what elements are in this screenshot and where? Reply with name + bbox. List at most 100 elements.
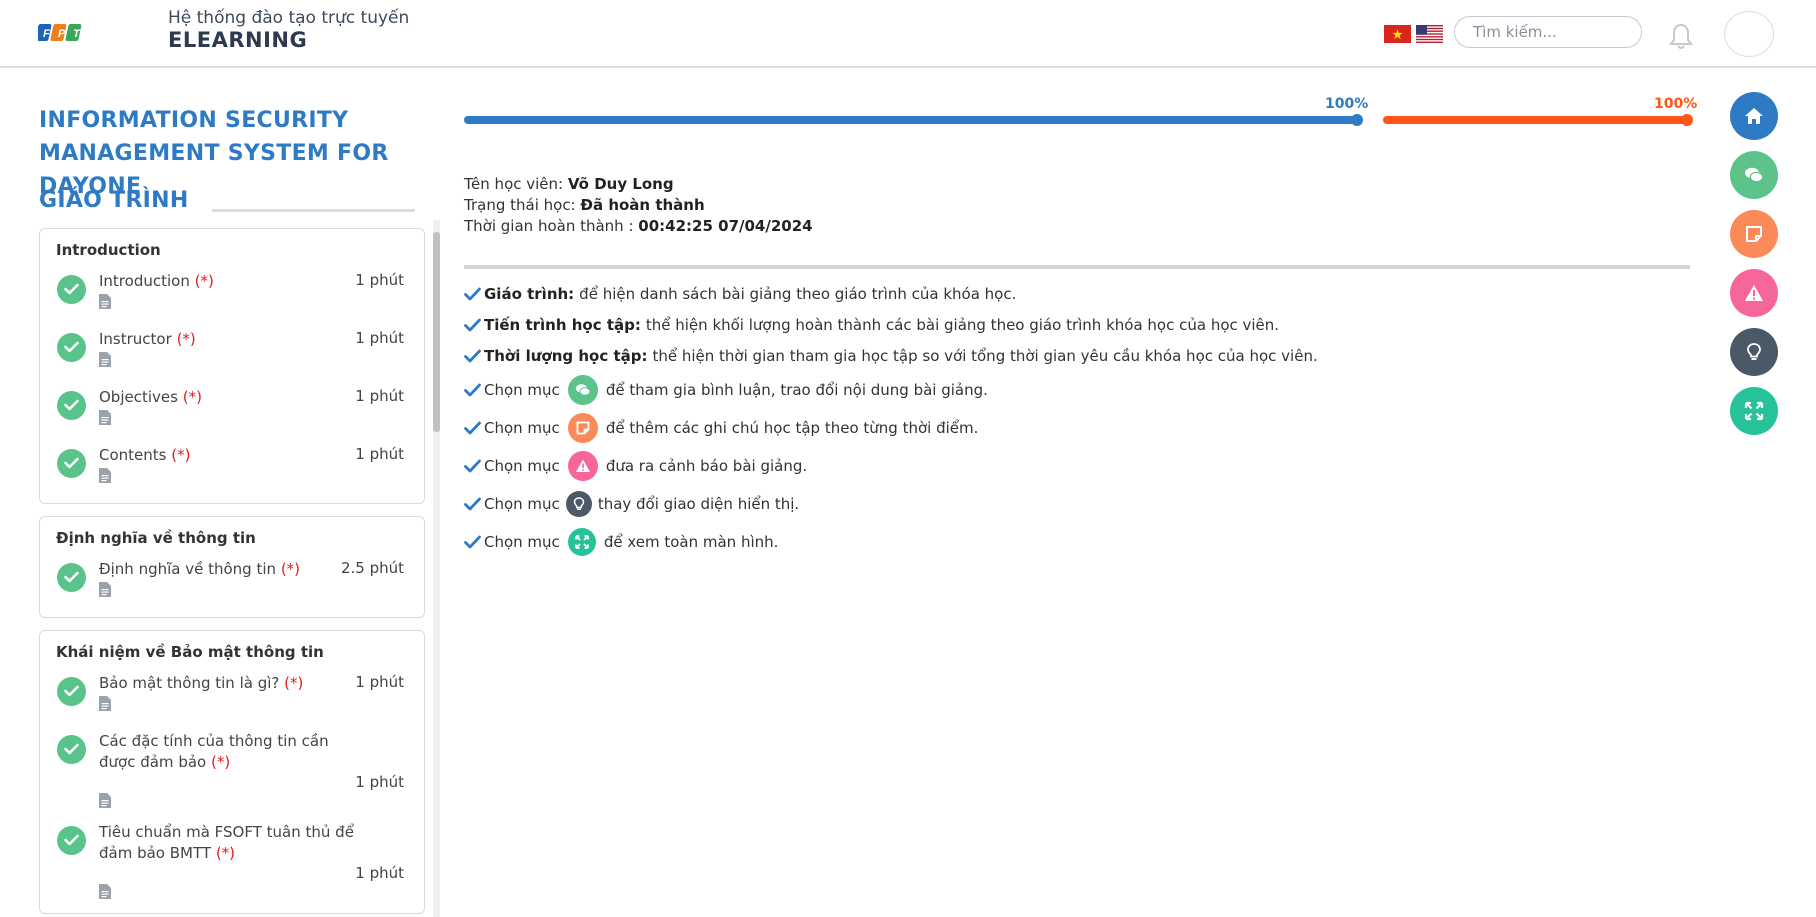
- home-icon: [1745, 108, 1763, 124]
- theme-button[interactable]: [1730, 328, 1778, 376]
- curriculum-list: Introduction Introduction (*) 1 phút Ins…: [39, 228, 426, 917]
- checkmark-icon: [464, 535, 481, 549]
- curriculum-progress-bar: [464, 116, 1357, 124]
- note-icon: [567, 413, 598, 443]
- guide-row: Chọn mục để xem toàn màn hình.: [464, 523, 1664, 561]
- lesson-duration: 1 phút: [355, 773, 404, 791]
- lesson-duration: 1 phút: [355, 864, 404, 882]
- guide-row: Chọn mục để thêm các ghi chú học tập the…: [464, 409, 1664, 447]
- required-mark: (*): [182, 388, 202, 406]
- lesson-duration: 1 phút: [355, 673, 404, 691]
- required-mark: (*): [284, 674, 304, 692]
- student-name-row: Tên học viên: Võ Duy Long: [464, 175, 674, 193]
- lesson-item[interactable]: Định nghĩa về thông tin (*) 2.5 phút: [40, 553, 424, 611]
- vn-flag-icon[interactable]: [1384, 25, 1411, 43]
- document-icon: [99, 696, 111, 711]
- lesson-duration: 1 phút: [355, 445, 404, 463]
- lesson-duration: 1 phút: [355, 329, 404, 347]
- document-icon: [99, 352, 111, 367]
- lesson-item[interactable]: Các đặc tính của thông tin cần được đảm …: [40, 725, 424, 816]
- section-title: Định nghĩa về thông tin: [56, 529, 256, 547]
- warning-icon: [1745, 285, 1763, 301]
- curriculum-heading: GIÁO TRÌNH: [39, 188, 189, 213]
- document-icon: [99, 884, 111, 899]
- site-title: ELEARNING: [168, 28, 308, 52]
- lesson-title: Định nghĩa về thông tin (*): [99, 560, 301, 578]
- lesson-title: Introduction (*): [99, 272, 214, 290]
- lesson-duration: 2.5 phút: [340, 559, 404, 577]
- lesson-item[interactable]: Tiêu chuẩn mà FSOFT tuân thủ để đảm bảo …: [40, 816, 424, 907]
- lesson-item[interactable]: Contents (*) 1 phút: [40, 439, 424, 497]
- time-progress-bar: [1383, 116, 1688, 124]
- fullscreen-icon: [1744, 401, 1764, 421]
- check-icon: [57, 735, 86, 764]
- svg-text:F: F: [43, 28, 50, 40]
- completion-time: 00:42:25 07/04/2024: [638, 217, 813, 235]
- guide-row: Chọn mục đưa ra cảnh báo bài giảng.: [464, 447, 1664, 485]
- section-title: Introduction: [56, 241, 161, 259]
- required-mark: (*): [280, 560, 301, 578]
- completion-time-row: Thời gian hoàn thành : 00:42:25 07/04/20…: [464, 217, 813, 235]
- guide-row: Giáo trình: để hiện danh sách bài giảng t…: [464, 278, 1664, 309]
- fullscreen-icon: [567, 528, 596, 556]
- student-status: Đã hoàn thành: [580, 196, 705, 214]
- lesson-item[interactable]: Objectives (*) 1 phút: [40, 381, 424, 439]
- time-progress-percent: 100%: [1654, 96, 1698, 112]
- site-subtitle: Hệ thống đào tạo trực tuyến: [168, 8, 410, 28]
- check-icon: [57, 333, 86, 362]
- required-mark: (*): [194, 272, 214, 290]
- home-button[interactable]: [1730, 92, 1778, 140]
- check-icon: [57, 563, 86, 592]
- lesson-duration: 1 phút: [355, 271, 404, 289]
- document-icon: [99, 410, 111, 425]
- time-progress-handle: [1681, 114, 1693, 126]
- lesson-title: Contents (*): [99, 446, 191, 464]
- curriculum-scrollbar[interactable]: [433, 220, 440, 917]
- lesson-title: Tiêu chuẩn mà FSOFT tuân thủ để đảm bảo …: [99, 823, 354, 862]
- required-mark: (*): [211, 753, 231, 771]
- lesson-item[interactable]: Introduction (*) 1 phút: [40, 265, 424, 323]
- checkmark-icon: [464, 287, 481, 300]
- discussion-button[interactable]: [1730, 151, 1778, 199]
- scroll-thumb[interactable]: [433, 232, 440, 432]
- search-input[interactable]: [1454, 16, 1642, 48]
- curriculum-progress-percent: 100%: [1325, 96, 1369, 112]
- student-info: Tên học viên: Võ Duy Long Trạng thái học…: [464, 174, 813, 237]
- section-card: Introduction Introduction (*) 1 phút Ins…: [39, 228, 425, 504]
- heading-divider: [212, 209, 415, 212]
- checkmark-icon: [464, 383, 481, 397]
- check-icon: [57, 826, 86, 855]
- checkmark-icon: [464, 318, 481, 331]
- svg-text:P: P: [58, 28, 66, 40]
- avatar[interactable]: [1724, 11, 1774, 57]
- bulb-icon: [1747, 343, 1761, 360]
- checkmark-icon: [464, 421, 481, 435]
- guide-row: Tiến trình học tập: thể hiện khối lượng h…: [464, 309, 1664, 340]
- section-card: Khái niệm về Bảo mật thông tin Bảo mật t…: [39, 630, 425, 914]
- note-icon: [1746, 226, 1762, 242]
- check-icon: [57, 677, 86, 706]
- checkmark-icon: [464, 497, 481, 511]
- section-title: Khái niệm về Bảo mật thông tin: [56, 643, 324, 661]
- warning-icon: [567, 451, 598, 481]
- check-icon: [57, 275, 86, 304]
- checkmark-icon: [464, 349, 481, 362]
- check-icon: [57, 449, 86, 478]
- lesson-item[interactable]: Instructor (*) 1 phút: [40, 323, 424, 381]
- fpt-logo[interactable]: F P T: [38, 18, 88, 48]
- lesson-title: Bảo mật thông tin là gì? (*): [99, 674, 304, 692]
- report-button[interactable]: [1730, 269, 1778, 317]
- bulb-icon: [565, 491, 592, 517]
- required-mark: (*): [171, 446, 191, 464]
- us-flag-icon[interactable]: [1416, 25, 1443, 43]
- chat-icon: [567, 375, 598, 405]
- guide-row: Chọn mục để tham gia bình luận, trao đổi…: [464, 371, 1664, 409]
- lesson-item[interactable]: Bảo mật thông tin là gì? (*) 1 phút: [40, 667, 424, 725]
- document-icon: [99, 793, 111, 808]
- lesson-title: Instructor (*): [99, 330, 196, 348]
- bell-icon[interactable]: [1668, 22, 1694, 50]
- lesson-duration: 1 phút: [355, 387, 404, 405]
- fullscreen-button[interactable]: [1730, 387, 1778, 435]
- notes-button[interactable]: [1730, 210, 1778, 258]
- check-icon: [57, 391, 86, 420]
